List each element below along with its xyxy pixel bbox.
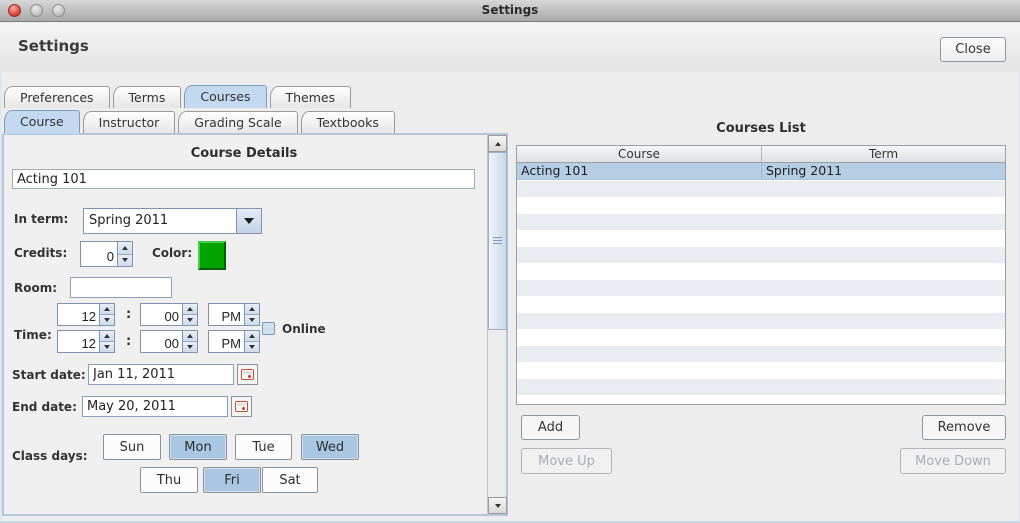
scroll-up-icon[interactable] [488,135,507,152]
tab-grading-scale[interactable]: Grading Scale [178,111,298,133]
move-up-button[interactable]: Move Up [521,448,612,474]
remove-button[interactable]: Remove [922,415,1006,440]
spinner-up-icon[interactable] [100,331,114,341]
end-ampm-spinner[interactable] [208,330,260,353]
header-bar: Settings Close [0,23,1020,72]
table-empty-rows[interactable] [517,181,1005,404]
room-input[interactable] [70,277,172,298]
term-select[interactable]: Spring 2011 [83,208,262,234]
cell-course: Acting 101 [521,163,589,178]
day-toggle-thu[interactable]: Thu [140,467,198,493]
spinner-down-icon[interactable] [183,314,197,325]
tab-preferences[interactable]: Preferences [4,86,110,108]
end-date-label: End date: [12,400,77,414]
color-label: Color: [152,246,193,260]
start-minute-input[interactable] [140,303,183,326]
add-button[interactable]: Add [521,415,580,440]
time-separator: : [126,307,132,322]
term-select-button[interactable] [236,209,261,233]
end-minute-spinner[interactable] [140,330,198,353]
spinner-down-icon[interactable] [183,341,197,352]
spinner-up-icon[interactable] [100,304,114,314]
scrollbar-grip-icon [493,237,502,244]
spinner-up-icon[interactable] [183,304,197,314]
form-scrollbar[interactable] [487,135,507,514]
spinner-up-icon[interactable] [118,242,132,254]
end-date-picker-button[interactable] [231,396,252,417]
window-title: Settings [481,3,539,17]
tab-instructor[interactable]: Instructor [82,111,176,133]
day-toggle-tue[interactable]: Tue [235,434,292,460]
titlebar[interactable]: Settings [0,0,1020,22]
course-color-swatch[interactable] [198,241,226,270]
end-minute-input[interactable] [140,330,183,353]
calendar-icon [235,401,248,412]
start-hour-spinner[interactable] [57,303,115,326]
class-days-label: Class days: [12,449,88,463]
start-date-picker-button[interactable] [237,364,258,385]
sub-tab-bar: Course Instructor Grading Scale Textbook… [4,110,398,133]
start-date-input[interactable] [88,364,234,385]
day-toggle-fri[interactable]: Fri [203,467,261,493]
spinner-up-icon[interactable] [245,331,259,341]
close-button[interactable]: Close [940,37,1006,62]
spinner-up-icon[interactable] [183,331,197,341]
calendar-icon [241,369,254,380]
course-name-input[interactable] [12,169,475,189]
settings-window: Settings Settings Close Preferences Term… [0,0,1020,523]
table-row[interactable]: Acting 101 Spring 2011 [517,163,1005,180]
tab-themes[interactable]: Themes [269,86,352,108]
course-details-pane: Course Details In term: Spring 2011 Cred… [2,133,508,516]
tab-course[interactable]: Course [4,110,80,133]
online-checkbox[interactable] [262,322,275,335]
term-select-value: Spring 2011 [89,213,169,228]
end-ampm-input[interactable] [208,330,245,353]
start-date-label: Start date: [12,368,86,382]
end-hour-spinner[interactable] [57,330,115,353]
spinner-up-icon[interactable] [245,304,259,314]
end-date-input[interactable] [82,396,228,417]
spinner-down-icon[interactable] [245,314,259,325]
spinner-down-icon[interactable] [100,314,114,325]
tab-textbooks[interactable]: Textbooks [300,111,395,133]
in-term-label: In term: [14,212,69,226]
start-ampm-input[interactable] [208,303,245,326]
spinner-down-icon[interactable] [118,253,132,266]
day-toggle-wed[interactable]: Wed [301,434,359,460]
courses-table-header[interactable]: Course Term [517,146,1005,163]
column-header-course[interactable]: Course [517,146,761,162]
course-details-title: Course Details [190,146,298,161]
courses-table[interactable]: Course Term Acting 101 Spring 2011 [516,145,1006,405]
spinner-down-icon[interactable] [100,341,114,352]
main-tab-bar: Preferences Terms Courses Themes [4,85,354,108]
day-toggle-mon[interactable]: Mon [169,434,227,460]
courses-list-title: Courses List [716,121,806,136]
day-toggle-sat[interactable]: Sat [262,467,318,493]
column-header-term[interactable]: Term [761,146,1005,162]
online-label: Online [282,322,326,336]
start-ampm-spinner[interactable] [208,303,260,326]
tab-courses[interactable]: Courses [184,85,267,108]
day-toggle-sun[interactable]: Sun [103,434,161,460]
time-separator: : [126,334,132,349]
credits-spinner[interactable] [80,241,133,267]
chevron-down-icon [244,218,254,224]
end-hour-input[interactable] [57,330,100,353]
page-title: Settings [18,37,89,55]
move-down-button[interactable]: Move Down [900,448,1006,474]
spinner-down-icon[interactable] [245,341,259,352]
tab-terms[interactable]: Terms [112,86,182,108]
room-label: Room: [14,281,58,295]
start-hour-input[interactable] [57,303,100,326]
scroll-down-icon[interactable] [488,497,507,514]
cell-term: Spring 2011 [761,163,1005,179]
start-minute-spinner[interactable] [140,303,198,326]
time-label: Time: [14,328,52,342]
credits-input[interactable] [80,241,118,267]
credits-label: Credits: [14,246,68,260]
scrollbar-thumb[interactable] [488,152,507,330]
